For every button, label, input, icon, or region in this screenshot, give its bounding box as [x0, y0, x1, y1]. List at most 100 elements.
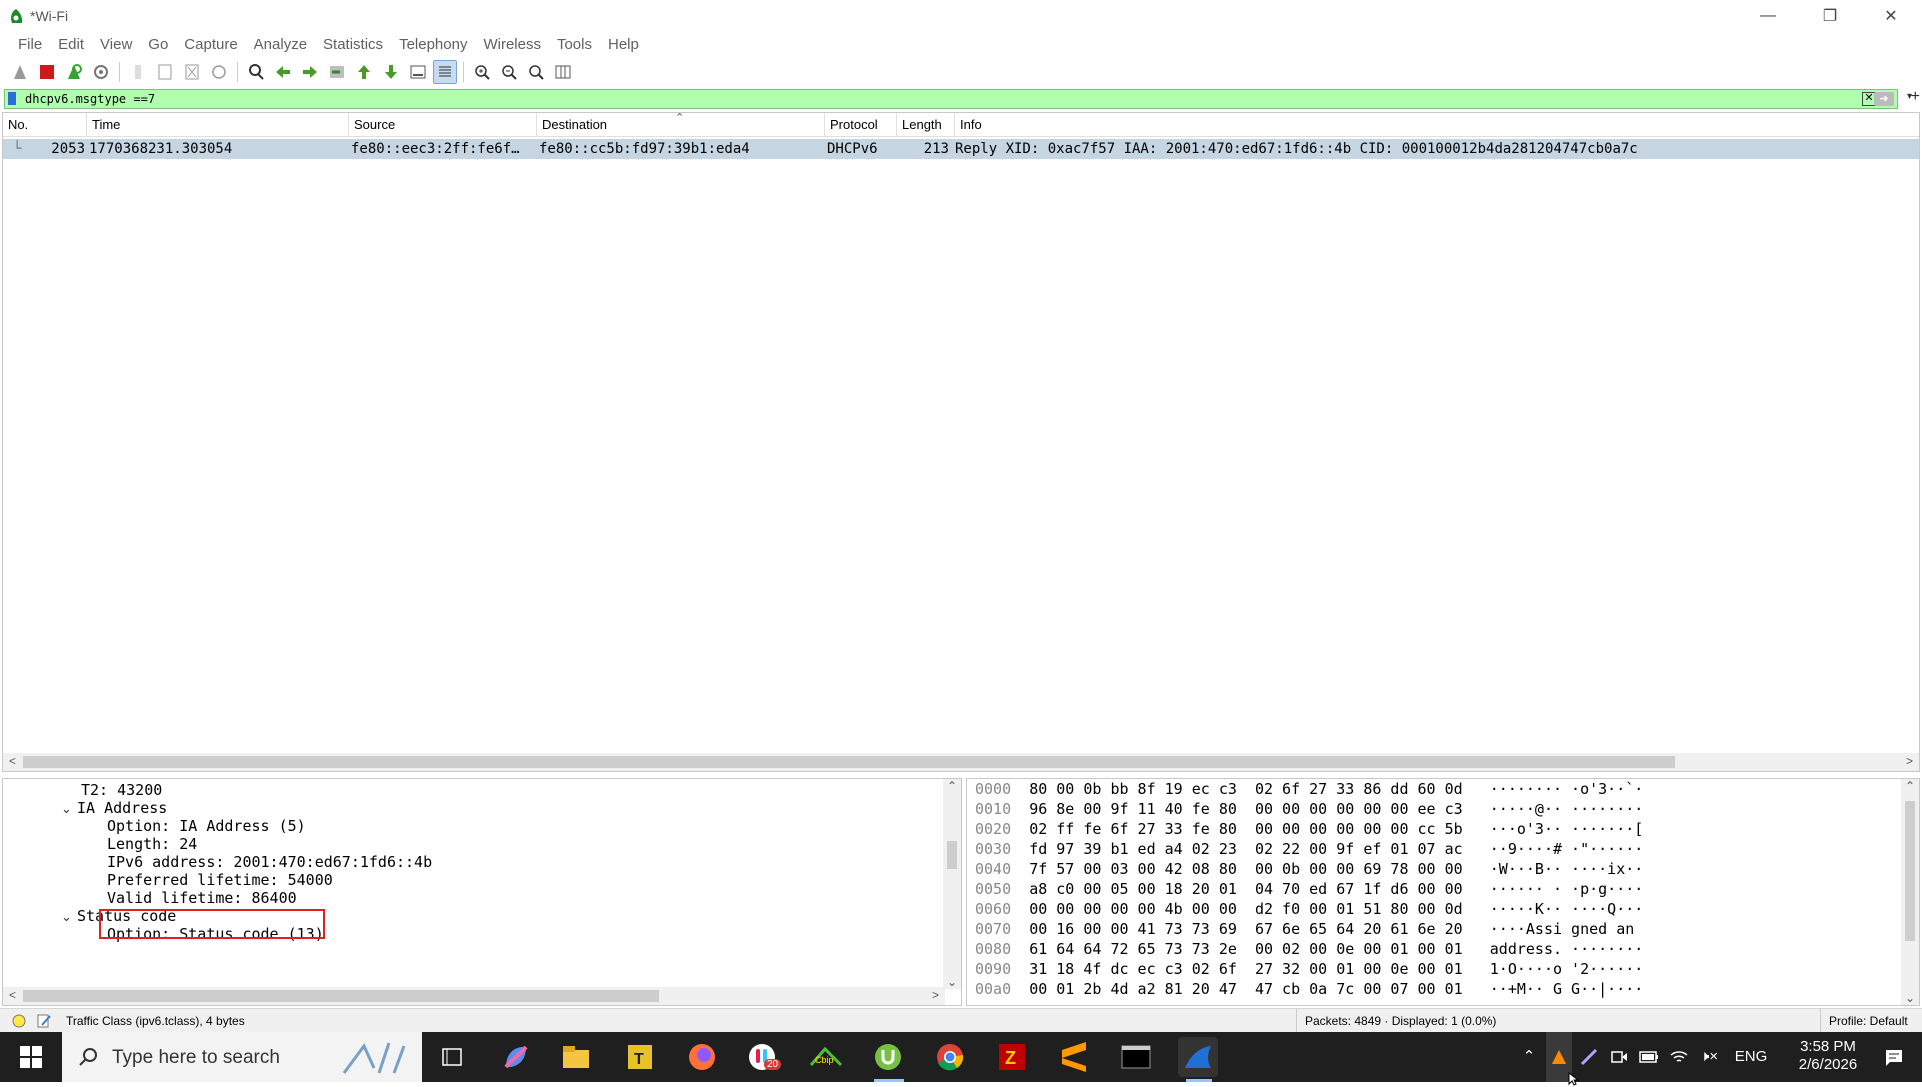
resize-columns-icon[interactable] — [551, 60, 575, 84]
file-explorer-icon[interactable] — [556, 1037, 596, 1077]
scroll-left-icon[interactable]: < — [9, 754, 16, 768]
first-packet-icon[interactable] — [352, 60, 376, 84]
green-app-icon[interactable]: Cbip — [806, 1037, 846, 1077]
start-capture-icon[interactable] — [8, 60, 32, 84]
scrollbar-thumb[interactable] — [23, 990, 659, 1002]
menu-analyze[interactable]: Analyze — [246, 36, 315, 53]
capture-options-icon[interactable] — [89, 60, 113, 84]
scroll-down-icon[interactable]: ⌄ — [947, 975, 957, 989]
scroll-up-icon[interactable]: ⌃ — [947, 779, 957, 793]
restore-button[interactable]: ❐ — [1807, 0, 1853, 32]
taskbar-search-box[interactable]: Type here to search — [62, 1032, 422, 1082]
volume-muted-icon[interactable]: 🕨× — [1696, 1032, 1722, 1082]
save-file-icon[interactable] — [153, 60, 177, 84]
hex-row[interactable]: 0080 61 64 64 72 65 73 73 2e 00 02 00 0e… — [975, 939, 1643, 959]
packet-details-pane[interactable]: T2: 43200 ⌄ IA Address Option: IA Address… — [2, 778, 962, 1006]
menu-file[interactable]: File — [10, 36, 50, 53]
column-header-protocol[interactable]: Protocol — [825, 113, 897, 137]
packet-bytes-pane[interactable]: 0000 80 00 0b bb 8f 19 ec c3 02 6f 27 33… — [966, 778, 1920, 1006]
battery-icon[interactable] — [1636, 1032, 1662, 1082]
normal-size-icon[interactable] — [524, 60, 548, 84]
column-header-no[interactable]: No. — [3, 113, 87, 137]
status-profile[interactable]: Profile: Default — [1820, 1009, 1908, 1033]
sublime-text-icon[interactable] — [1054, 1037, 1094, 1077]
menu-help[interactable]: Help — [600, 36, 647, 53]
hex-row[interactable]: 00a0 00 01 2b 4d a2 81 20 47 47 cb 0a 7c… — [975, 979, 1643, 999]
hex-row[interactable]: 0010 96 8e 00 9f 11 40 fe 80 00 00 00 00… — [975, 799, 1643, 819]
scroll-down-icon[interactable]: ⌄ — [1905, 991, 1915, 1005]
bytes-vertical-scrollbar[interactable]: ⌃ ⌄ — [1901, 779, 1919, 1005]
notifications-icon[interactable] — [1874, 1032, 1914, 1082]
language-indicator[interactable]: ENG — [1728, 1032, 1774, 1082]
minimize-button[interactable]: — — [1745, 0, 1791, 32]
hex-row[interactable]: 0050 a8 c0 00 05 00 18 20 01 04 70 ed 67… — [975, 879, 1643, 899]
column-header-length[interactable]: Length — [897, 113, 955, 137]
clock[interactable]: 3:58 PM 2/6/2026 — [1780, 1032, 1876, 1082]
scroll-up-icon[interactable]: ⌃ — [1905, 779, 1915, 793]
add-filter-button-icon[interactable]: + — [1911, 88, 1920, 106]
terminal-icon[interactable] — [1116, 1037, 1156, 1077]
filezilla-icon[interactable]: Z — [992, 1037, 1032, 1077]
slack-icon[interactable]: 20 — [742, 1037, 782, 1077]
meet-now-icon[interactable] — [1606, 1032, 1632, 1082]
menu-telephony[interactable]: Telephony — [391, 36, 475, 53]
table-row[interactable]: └ 2053 1770368231.303054 fe80::eec3:2ff:… — [3, 139, 1919, 159]
menu-statistics[interactable]: Statistics — [315, 36, 391, 53]
menu-edit[interactable]: Edit — [50, 36, 92, 53]
reload-file-icon[interactable] — [207, 60, 231, 84]
expert-info-icon[interactable] — [12, 1014, 26, 1028]
go-to-packet-icon[interactable] — [325, 60, 349, 84]
column-header-source[interactable]: Source — [349, 113, 537, 137]
close-button[interactable]: ✕ — [1868, 0, 1914, 32]
start-button[interactable] — [0, 1032, 62, 1082]
wifi-icon[interactable] — [1666, 1032, 1692, 1082]
colorize-icon[interactable] — [433, 60, 457, 84]
hex-row[interactable]: 0090 31 18 4f dc ec c3 02 6f 27 32 00 01… — [975, 959, 1643, 979]
zoom-out-icon[interactable] — [497, 60, 521, 84]
hex-row[interactable]: 0060 00 00 00 00 00 4b 00 00 d2 f0 00 01… — [975, 899, 1643, 919]
last-packet-icon[interactable] — [379, 60, 403, 84]
open-file-icon[interactable] — [126, 60, 150, 84]
hex-row[interactable]: 0070 00 16 00 00 41 73 73 69 67 6e 65 64… — [975, 919, 1643, 939]
menu-capture[interactable]: Capture — [176, 36, 245, 53]
menu-wireless[interactable]: Wireless — [475, 36, 549, 53]
task-view-icon[interactable] — [432, 1037, 472, 1077]
chrome-icon[interactable] — [930, 1037, 970, 1077]
scroll-right-icon[interactable]: > — [932, 988, 939, 1002]
menu-tools[interactable]: Tools — [549, 36, 600, 53]
apply-filter-icon[interactable]: ➜ — [1874, 92, 1894, 106]
hex-row[interactable]: 0020 02 ff fe 6f 27 33 fe 80 00 00 00 00… — [975, 819, 1643, 839]
copilot-icon[interactable] — [496, 1037, 536, 1077]
scrollbar-thumb[interactable] — [23, 756, 1675, 768]
menu-view[interactable]: View — [92, 36, 140, 53]
auto-scroll-icon[interactable] — [406, 60, 430, 84]
column-header-time[interactable]: Time — [87, 113, 349, 137]
utorrent-icon[interactable] — [868, 1037, 908, 1077]
find-packet-icon[interactable] — [244, 60, 268, 84]
display-filter-input[interactable]: dhcpv6.msgtype ==7 — [4, 89, 1898, 109]
scroll-left-icon[interactable]: < — [9, 988, 16, 1002]
scrollbar-thumb[interactable] — [1905, 801, 1915, 941]
hex-row[interactable]: 0030 fd 97 39 b1 ed a4 02 23 02 22 00 9f… — [975, 839, 1643, 859]
stop-capture-icon[interactable] — [35, 60, 59, 84]
restart-capture-icon[interactable] — [62, 60, 86, 84]
show-hidden-icons-icon[interactable]: ⌃ — [1516, 1032, 1542, 1082]
firefox-icon[interactable] — [682, 1037, 722, 1077]
go-forward-icon[interactable] — [298, 60, 322, 84]
notes-app-icon[interactable]: T — [620, 1037, 660, 1077]
zoom-in-icon[interactable] — [470, 60, 494, 84]
go-back-icon[interactable] — [271, 60, 295, 84]
hex-row[interactable]: 0000 80 00 0b bb 8f 19 ec c3 02 6f 27 33… — [975, 779, 1643, 799]
column-header-info[interactable]: Info — [955, 113, 1919, 137]
packet-list-horizontal-scrollbar[interactable]: < > — [3, 753, 1919, 771]
packet-list[interactable]: No. Time Source Destination Protocol Len… — [2, 112, 1920, 772]
menu-go[interactable]: Go — [140, 36, 176, 53]
details-vertical-scrollbar[interactable]: ⌃ ⌄ — [943, 779, 961, 989]
details-horizontal-scrollbar[interactable]: < > — [3, 987, 945, 1005]
edit-comment-icon[interactable] — [36, 1013, 52, 1029]
hex-row[interactable]: 0040 7f 57 00 03 00 42 08 80 00 0b 00 00… — [975, 859, 1643, 879]
wireshark-taskbar-icon[interactable] — [1178, 1037, 1218, 1077]
scroll-right-icon[interactable]: > — [1906, 754, 1913, 768]
scrollbar-thumb[interactable] — [947, 841, 957, 869]
close-file-icon[interactable] — [180, 60, 204, 84]
